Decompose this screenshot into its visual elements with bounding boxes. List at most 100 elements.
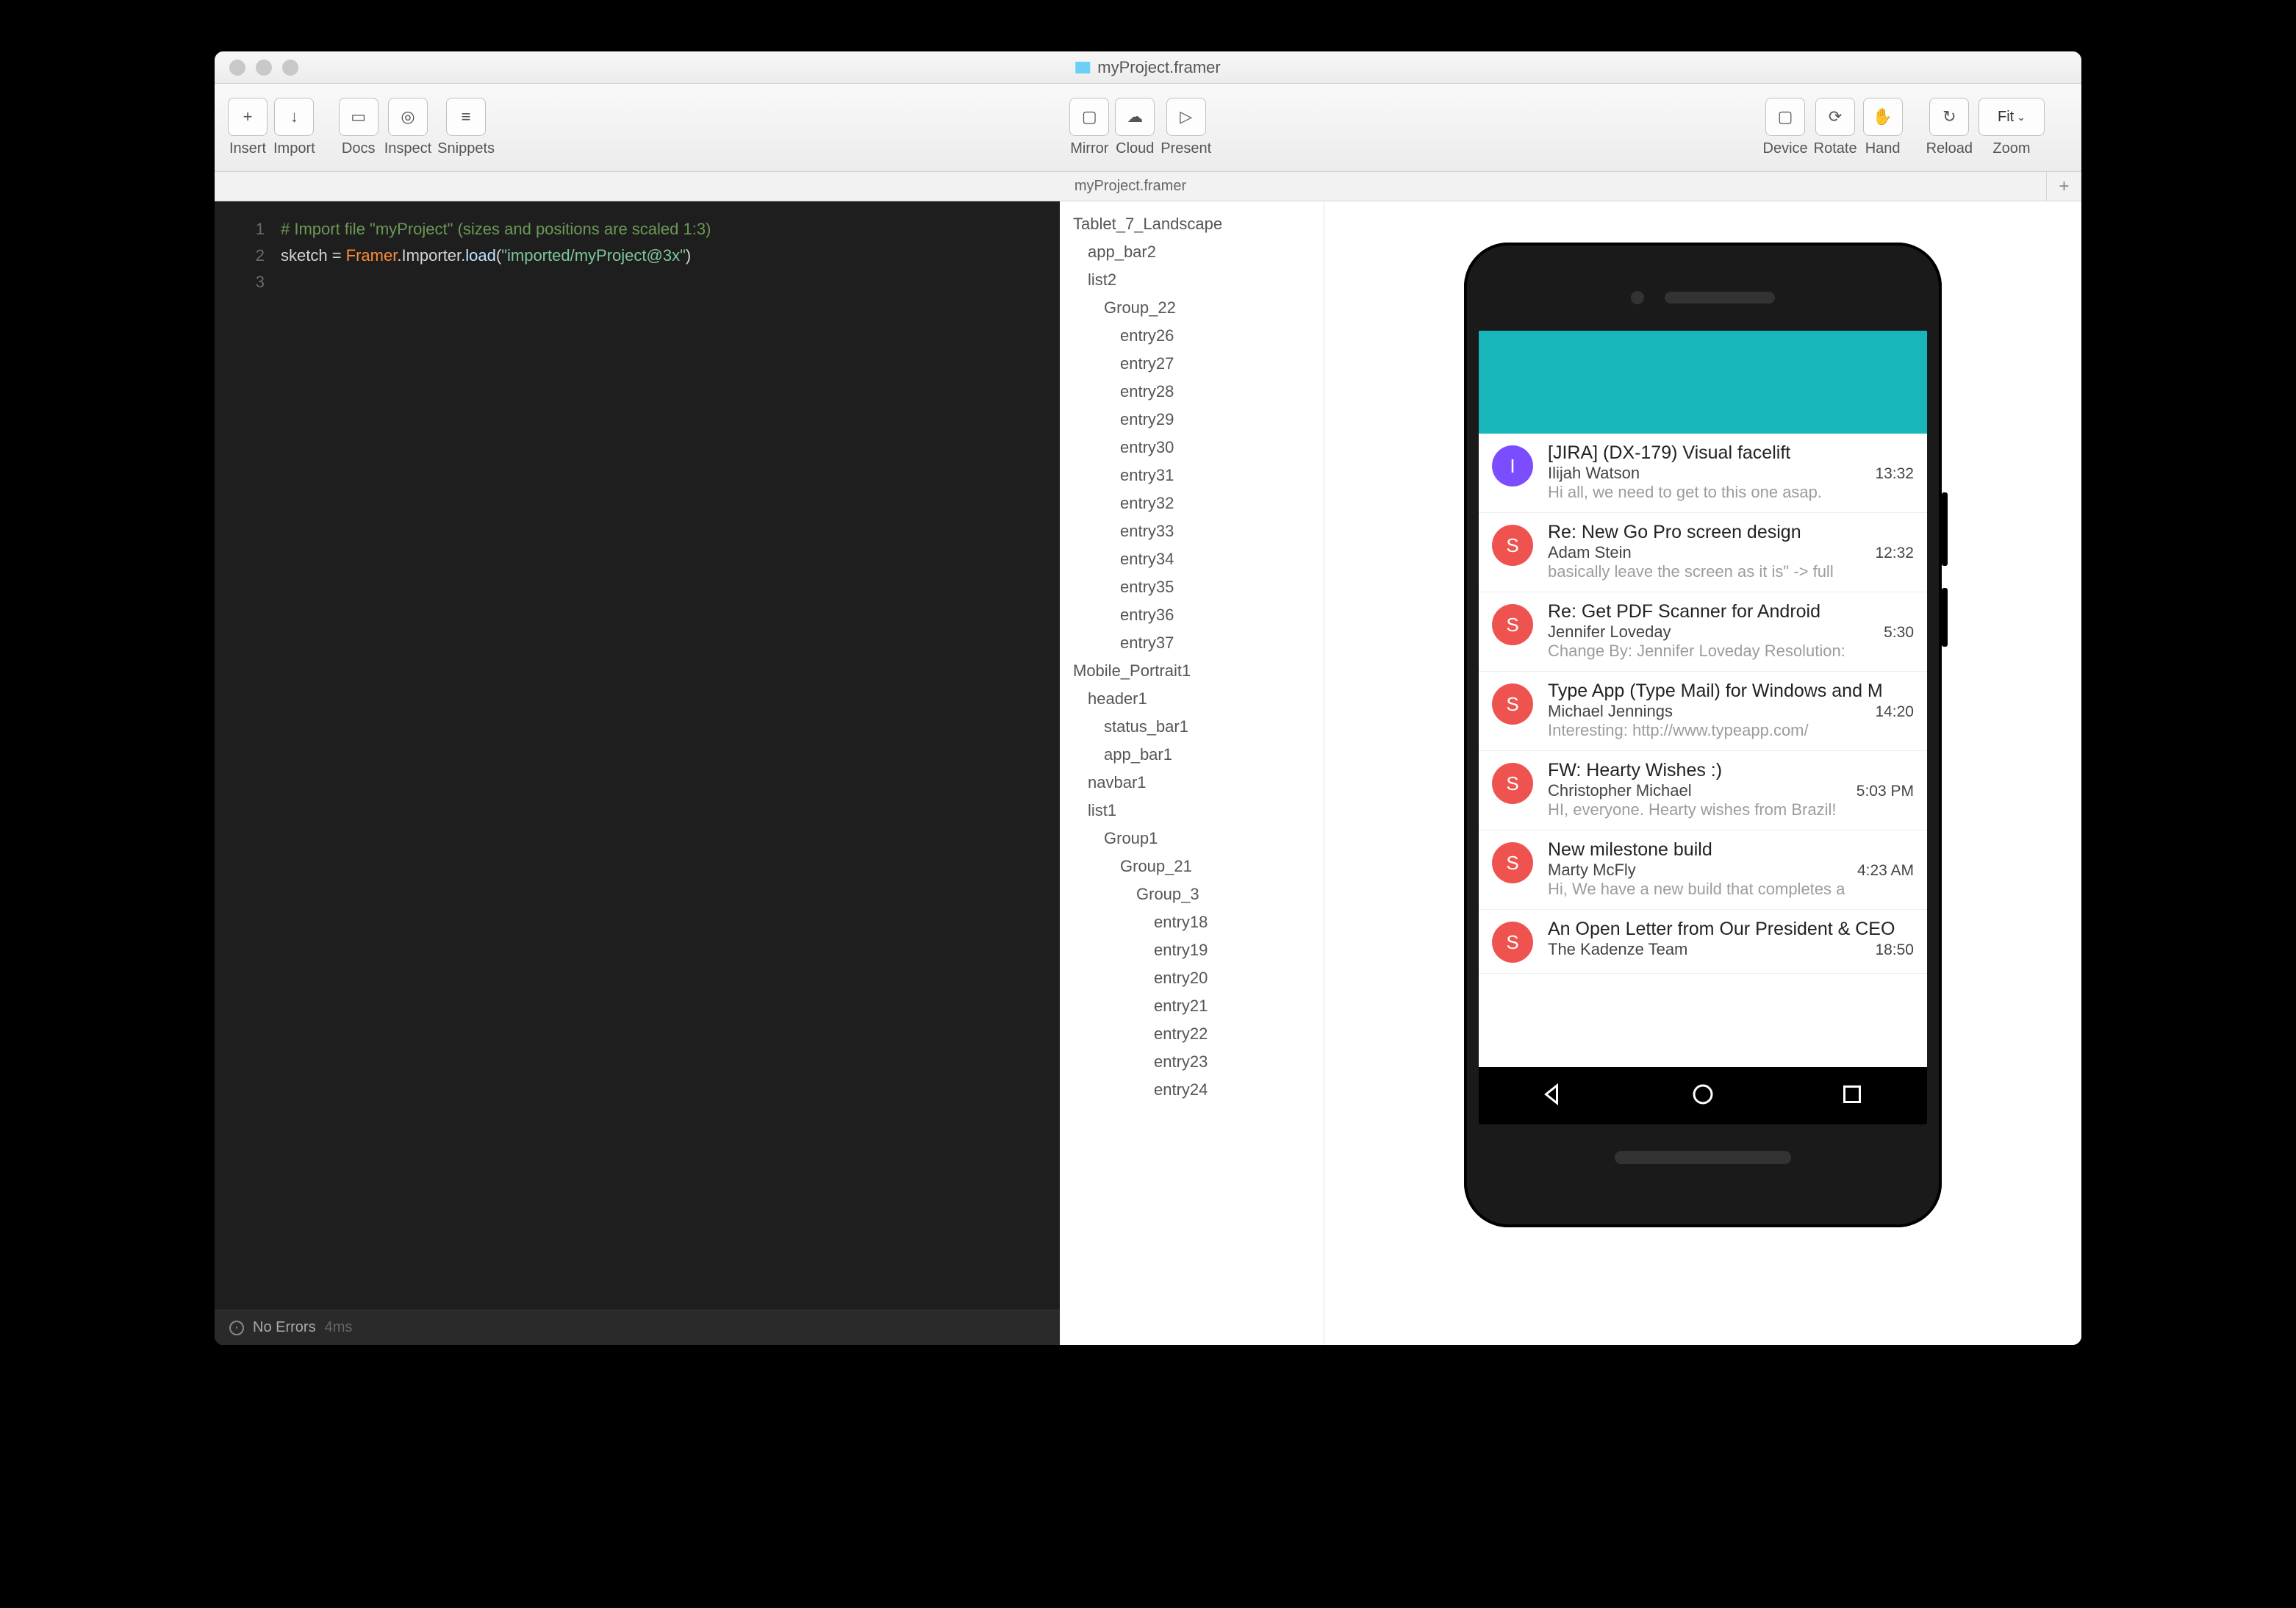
toolbar-group-docs: ▭Docs ◎Inspect ≡Snippets <box>339 98 495 157</box>
email-row[interactable]: S An Open Letter from Our President & CEO… <box>1479 910 1927 974</box>
email-from: Marty McFly <box>1548 861 1636 880</box>
email-subject: FW: Hearty Wishes :) <box>1548 760 1722 781</box>
layer-item[interactable]: entry32 <box>1060 489 1324 517</box>
layer-item[interactable]: entry22 <box>1060 1020 1324 1048</box>
status-time: 4ms <box>325 1319 353 1336</box>
docs-icon: ▭ <box>339 98 379 136</box>
reload-button[interactable]: ↻Reload <box>1926 98 1973 157</box>
docs-button[interactable]: ▭Docs <box>339 98 379 157</box>
layer-item[interactable]: entry26 <box>1060 322 1324 350</box>
avatar: S <box>1492 525 1533 566</box>
email-preview: Hi all, we need to get to this one asap. <box>1548 483 1914 502</box>
layer-item[interactable]: entry36 <box>1060 601 1324 629</box>
layer-item[interactable]: entry27 <box>1060 350 1324 378</box>
email-row[interactable]: SNew milestone buildMarty McFly4:23 AMHi… <box>1479 830 1927 910</box>
avatar: S <box>1492 842 1533 883</box>
layer-item[interactable]: navbar1 <box>1060 769 1324 797</box>
play-icon: ▷ <box>1166 98 1206 136</box>
status-errors: No Errors <box>253 1319 316 1336</box>
layer-item[interactable]: entry23 <box>1060 1048 1324 1076</box>
download-icon: ↓ <box>274 98 314 136</box>
back-icon[interactable] <box>1540 1081 1567 1111</box>
layer-item[interactable]: Mobile_Portrait1 <box>1060 657 1324 685</box>
layer-item[interactable]: entry35 <box>1060 573 1324 601</box>
email-preview: basically leave the screen as it is" -> … <box>1548 562 1914 581</box>
layer-item[interactable]: app_bar2 <box>1060 238 1324 266</box>
code-line: sketch = Framer.Importer.load("imported/… <box>281 243 1060 269</box>
rotate-icon: ⟳ <box>1815 98 1855 136</box>
layer-item[interactable]: entry34 <box>1060 545 1324 573</box>
status-bar: No Errors 4ms <box>215 1310 1060 1345</box>
home-icon[interactable] <box>1690 1081 1716 1111</box>
layer-item[interactable]: app_bar1 <box>1060 741 1324 769</box>
layer-item[interactable]: entry19 <box>1060 936 1324 964</box>
email-row[interactable]: SRe: Get PDF Scanner for AndroidJennifer… <box>1479 592 1927 672</box>
layer-item[interactable]: entry31 <box>1060 462 1324 489</box>
device-chin <box>1615 1151 1791 1164</box>
layer-item[interactable]: entry33 <box>1060 517 1324 545</box>
avatar: S <box>1492 604 1533 645</box>
rotate-button[interactable]: ⟳Rotate <box>1814 98 1857 157</box>
layer-item[interactable]: entry28 <box>1060 378 1324 406</box>
tab-myproject[interactable]: myProject.framer <box>215 178 2046 195</box>
zoom-select[interactable]: Fit⌄Zoom <box>1978 98 2045 157</box>
close-icon[interactable] <box>229 60 245 76</box>
maximize-icon[interactable] <box>282 60 298 76</box>
snippets-button[interactable]: ≡Snippets <box>437 98 495 157</box>
present-button[interactable]: ▷Present <box>1160 98 1211 157</box>
list-icon: ≡ <box>446 98 486 136</box>
title-text: myProject.framer <box>1097 58 1220 77</box>
import-button[interactable]: ↓Import <box>273 98 315 157</box>
add-tab-button[interactable]: + <box>2046 172 2081 201</box>
email-time: 14:20 <box>1875 703 1914 721</box>
layer-item[interactable]: Group_3 <box>1060 880 1324 908</box>
recents-icon[interactable] <box>1839 1081 1865 1111</box>
insert-button[interactable]: +Insert <box>228 98 268 157</box>
device-button[interactable]: ▢Device <box>1763 98 1808 157</box>
layer-item[interactable]: Group_22 <box>1060 294 1324 322</box>
toolbar-group-insert: +Insert ↓Import <box>228 98 315 157</box>
code-editor[interactable]: 123 # Import file "myProject" (sizes and… <box>215 201 1060 1345</box>
inspect-button[interactable]: ◎Inspect <box>384 98 431 157</box>
avatar: S <box>1492 683 1533 725</box>
layer-item[interactable]: status_bar1 <box>1060 713 1324 741</box>
layer-item[interactable]: Group_21 <box>1060 853 1324 880</box>
layer-item[interactable]: entry20 <box>1060 964 1324 992</box>
layer-item[interactable]: list2 <box>1060 266 1324 294</box>
layer-item[interactable]: entry18 <box>1060 908 1324 936</box>
status-icon <box>229 1321 244 1335</box>
target-icon: ◎ <box>388 98 428 136</box>
email-preview: Hi, We have a new build that completes a <box>1548 880 1914 899</box>
layer-item[interactable]: entry21 <box>1060 992 1324 1020</box>
device-screen[interactable]: I[JIRA] (DX-179) Visual faceliftIlijah W… <box>1479 331 1927 1124</box>
avatar: S <box>1492 922 1533 963</box>
email-list[interactable]: I[JIRA] (DX-179) Visual faceliftIlijah W… <box>1479 434 1927 1067</box>
avatar: S <box>1492 763 1533 804</box>
layer-item[interactable]: Group1 <box>1060 825 1324 853</box>
layer-item[interactable]: entry24 <box>1060 1076 1324 1104</box>
email-row[interactable]: SFW: Hearty Wishes :)Christopher Michael… <box>1479 751 1927 830</box>
code-area[interactable]: # Import file "myProject" (sizes and pos… <box>281 216 1060 1310</box>
hand-button[interactable]: ✋Hand <box>1863 98 1903 157</box>
email-subject: An Open Letter from Our President & CEO <box>1548 919 1895 940</box>
email-row[interactable]: SRe: New Go Pro screen designAdam Stein1… <box>1479 513 1927 592</box>
minimize-icon[interactable] <box>256 60 272 76</box>
device-side-button <box>1942 492 1948 566</box>
email-from: Michael Jennings <box>1548 702 1673 721</box>
email-row[interactable]: I[JIRA] (DX-179) Visual faceliftIlijah W… <box>1479 434 1927 513</box>
window-title: myProject.framer <box>1075 58 1220 77</box>
toolbar-group-reload: ↻Reload Fit⌄Zoom <box>1926 98 2045 157</box>
layer-item[interactable]: header1 <box>1060 685 1324 713</box>
layer-item[interactable]: entry29 <box>1060 406 1324 434</box>
layer-item[interactable]: list1 <box>1060 797 1324 825</box>
layer-tree[interactable]: Tablet_7_Landscapeapp_bar2list2Group_22e… <box>1060 201 1324 1345</box>
email-time: 4:23 AM <box>1857 862 1914 880</box>
mirror-button[interactable]: ▢Mirror <box>1069 98 1109 157</box>
email-preview: HI, everyone. Hearty wishes from Brazil! <box>1548 800 1914 819</box>
cloud-button[interactable]: ☁Cloud <box>1115 98 1155 157</box>
layer-item[interactable]: entry30 <box>1060 434 1324 462</box>
layer-item[interactable]: Tablet_7_Landscape <box>1060 210 1324 238</box>
layer-item[interactable]: entry37 <box>1060 629 1324 657</box>
email-row[interactable]: SType App (Type Mail) for Windows and MM… <box>1479 672 1927 751</box>
main: 123 # Import file "myProject" (sizes and… <box>215 201 2081 1345</box>
